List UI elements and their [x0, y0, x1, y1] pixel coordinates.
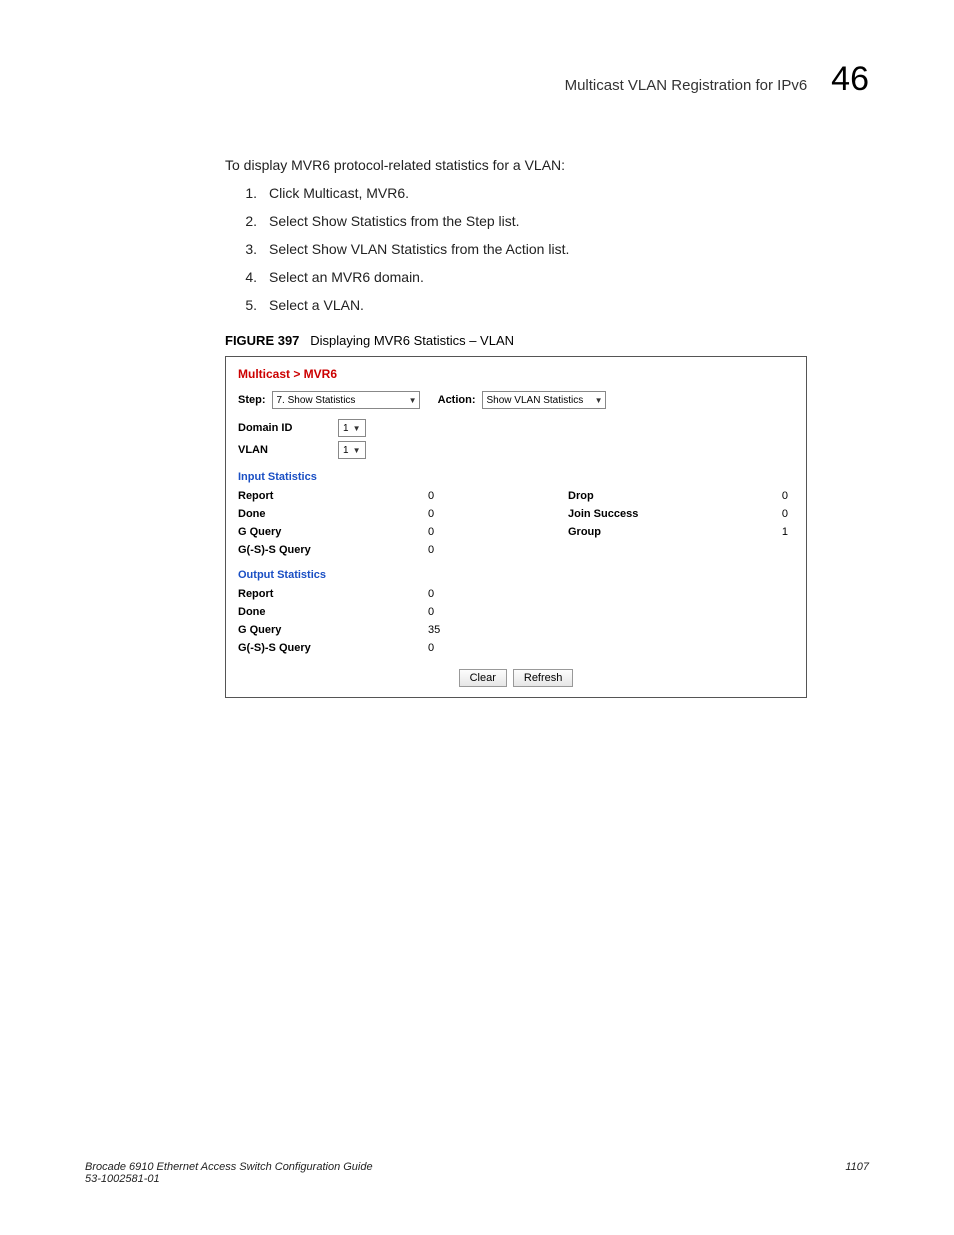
domain-id-select[interactable]: 1 ▼	[338, 419, 366, 437]
vlan-label: VLAN	[238, 444, 338, 456]
stat-row: G Query0Group1	[226, 523, 806, 541]
stat-row: Report0Drop0	[226, 487, 806, 505]
step-5: Select a VLAN.	[269, 297, 364, 313]
footer-book: Brocade 6910 Ethernet Access Switch Conf…	[85, 1161, 373, 1173]
mvr6-panel: Multicast > MVR6 Step: 7. Show Statistic…	[225, 356, 807, 698]
header-title: Multicast VLAN Registration for IPv6	[565, 77, 808, 94]
chevron-down-icon: ▼	[353, 424, 361, 433]
stat-row: G Query35	[226, 621, 806, 639]
step-2: Select Show Statistics from the Step lis…	[269, 213, 520, 229]
figure-caption: FIGURE 397 Displaying MVR6 Statistics – …	[225, 333, 869, 348]
step-1: Click Multicast, MVR6.	[269, 185, 409, 201]
action-label: Action:	[438, 394, 476, 406]
stat-row: Done0	[226, 603, 806, 621]
vlan-select[interactable]: 1 ▼	[338, 441, 366, 459]
footer-page: 1107	[845, 1161, 869, 1185]
vlan-value: 1	[343, 445, 349, 456]
figure-caption-text: Displaying MVR6 Statistics – VLAN	[310, 333, 514, 348]
stat-row: G(-S)-S Query0	[226, 639, 806, 657]
domain-id-value: 1	[343, 423, 349, 434]
step-4: Select an MVR6 domain.	[269, 269, 424, 285]
stat-row: G(-S)-S Query0	[226, 541, 806, 559]
refresh-button[interactable]: Refresh	[513, 669, 574, 687]
figure-label: FIGURE 397	[225, 333, 299, 348]
intro-text: To display MVR6 protocol-related statist…	[225, 157, 869, 173]
chevron-down-icon: ▼	[353, 446, 361, 455]
stat-row: Report0	[226, 585, 806, 603]
clear-button[interactable]: Clear	[459, 669, 507, 687]
step-select[interactable]: 7. Show Statistics ▼	[272, 391, 420, 409]
page-footer: Brocade 6910 Ethernet Access Switch Conf…	[85, 1161, 869, 1185]
domain-id-label: Domain ID	[238, 422, 338, 434]
page-header: Multicast VLAN Registration for IPv6 46	[85, 60, 869, 99]
action-select-value: Show VLAN Statistics	[487, 395, 584, 406]
footer-doc: 53-1002581-01	[85, 1173, 373, 1185]
chevron-down-icon: ▼	[595, 396, 603, 405]
input-statistics-title: Input Statistics	[226, 461, 806, 487]
chapter-number: 46	[831, 60, 869, 99]
output-statistics-title: Output Statistics	[226, 559, 806, 585]
action-select[interactable]: Show VLAN Statistics ▼	[482, 391, 606, 409]
step-label: Step:	[238, 394, 266, 406]
step-3: Select Show VLAN Statistics from the Act…	[269, 241, 569, 257]
steps-list: 1.Click Multicast, MVR6. 2.Select Show S…	[225, 185, 869, 313]
stat-row: Done0Join Success0	[226, 505, 806, 523]
breadcrumb: Multicast > MVR6	[226, 357, 806, 387]
step-select-value: 7. Show Statistics	[277, 395, 356, 406]
chevron-down-icon: ▼	[409, 396, 417, 405]
